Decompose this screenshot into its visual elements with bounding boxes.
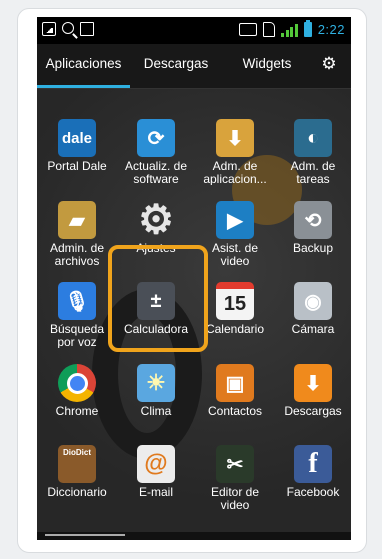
app-label-line2: tareas: [296, 172, 330, 185]
app-label: Backup: [292, 242, 334, 255]
battery-icon: [303, 19, 312, 37]
update-icon: ⟳: [137, 119, 175, 157]
app-label-line2: software: [133, 172, 179, 185]
app-dictionary[interactable]: DioDict Diccionario: [37, 445, 117, 499]
settings-gear-icon: ⚙: [138, 198, 174, 242]
email-icon: @: [137, 445, 175, 483]
status-time: 2:22: [317, 21, 345, 37]
app-task-manager[interactable]: ◐ Adm. de tareas: [273, 119, 351, 185]
app-dale[interactable]: dale Portal Dale: [37, 119, 117, 173]
app-facebook[interactable]: f Facebook: [273, 445, 351, 499]
tab-widgets[interactable]: Widgets: [227, 44, 307, 88]
settings-button[interactable]: ⚙: [307, 44, 351, 88]
chrome-icon: [58, 364, 96, 402]
app-chrome[interactable]: Chrome: [37, 364, 117, 418]
nfc-icon: [239, 22, 258, 36]
page-indicator: [45, 534, 125, 536]
tab-aplicaciones[interactable]: Aplicaciones: [37, 44, 130, 88]
app-label: Diccionario: [47, 486, 107, 499]
app-label-line2: aplicacion...: [203, 172, 267, 185]
signal-icon: [281, 21, 298, 37]
shopping-bag-icon: [80, 22, 94, 36]
facebook-icon: f: [294, 445, 332, 483]
microphone-icon: 🎙: [58, 282, 96, 320]
app-contacts[interactable]: ▣ Contactos: [195, 364, 275, 418]
app-label: Clima: [140, 405, 172, 418]
app-weather[interactable]: ☀ Clima: [116, 364, 196, 418]
app-manager-icon: ⬇: [216, 119, 254, 157]
task-manager-icon: ◐: [294, 119, 332, 157]
gallery-icon: [42, 22, 56, 36]
app-app-manager[interactable]: ⬇ Adm. de aplicacion...: [195, 119, 275, 185]
app-label: E-mail: [138, 486, 173, 499]
phone-screen: 2:22 Aplicaciones Descargas Widgets ⚙ da…: [37, 17, 351, 540]
app-label: Adm. de: [290, 160, 336, 173]
page-indicator-bar: [37, 532, 351, 540]
app-label: Descargas: [284, 405, 342, 418]
app-video-editor[interactable]: ✂ Editor de video: [195, 445, 275, 511]
app-backup[interactable]: ⟲ Backup: [273, 201, 351, 255]
gear-icon: ⚙: [321, 54, 337, 73]
calendar-icon: 15: [216, 282, 254, 320]
app-grid: dale Portal Dale ⟳ Actualiz. de software ⬇ Adm…: [37, 89, 351, 540]
video-assist-icon: ▶: [216, 201, 254, 239]
search-icon: [62, 22, 74, 34]
weather-icon: ☀: [137, 364, 175, 402]
sim-icon: [263, 21, 276, 37]
app-label-line2: video: [220, 498, 250, 511]
app-label: Actualiz. de: [124, 160, 188, 173]
app-update[interactable]: ⟳ Actualiz. de software: [116, 119, 196, 185]
app-label: Editor de: [210, 486, 260, 499]
app-drawer-tabs: Aplicaciones Descargas Widgets ⚙: [37, 44, 351, 89]
app-label-line2: por voz: [57, 335, 97, 348]
dictionary-icon: DioDict: [58, 445, 96, 483]
contacts-icon: ▣: [216, 364, 254, 402]
app-downloads[interactable]: ⬇ Descargas: [273, 364, 351, 418]
app-label-line2: archivos: [54, 254, 100, 267]
app-label: Admin. de: [49, 242, 105, 255]
app-microphone[interactable]: 🎙 Búsqueda por voz: [37, 282, 117, 348]
app-label: Facebook: [286, 486, 340, 499]
app-label: Portal Dale: [47, 160, 107, 173]
downloads-icon: ⬇: [294, 364, 332, 402]
app-label: Adm. de: [212, 160, 258, 173]
video-editor-icon: ✂: [216, 445, 254, 483]
app-folder[interactable]: ▰ Admin. de archivos: [37, 201, 117, 267]
status-bar: 2:22: [37, 17, 351, 44]
camera-icon: ◉: [294, 282, 332, 320]
app-camera[interactable]: ◉ Cámara: [273, 282, 351, 336]
tab-descargas[interactable]: Descargas: [130, 44, 222, 88]
app-label: Cámara: [291, 323, 335, 336]
app-email[interactable]: @ E-mail: [116, 445, 196, 499]
app-label: Chrome: [55, 405, 99, 418]
app-label: Búsqueda: [49, 323, 105, 336]
highlight-box: [108, 245, 208, 352]
dale-logo: dale: [58, 119, 96, 157]
backup-icon: ⟲: [294, 201, 332, 239]
app-label: Contactos: [207, 405, 263, 418]
folder-icon: ▰: [58, 201, 96, 239]
